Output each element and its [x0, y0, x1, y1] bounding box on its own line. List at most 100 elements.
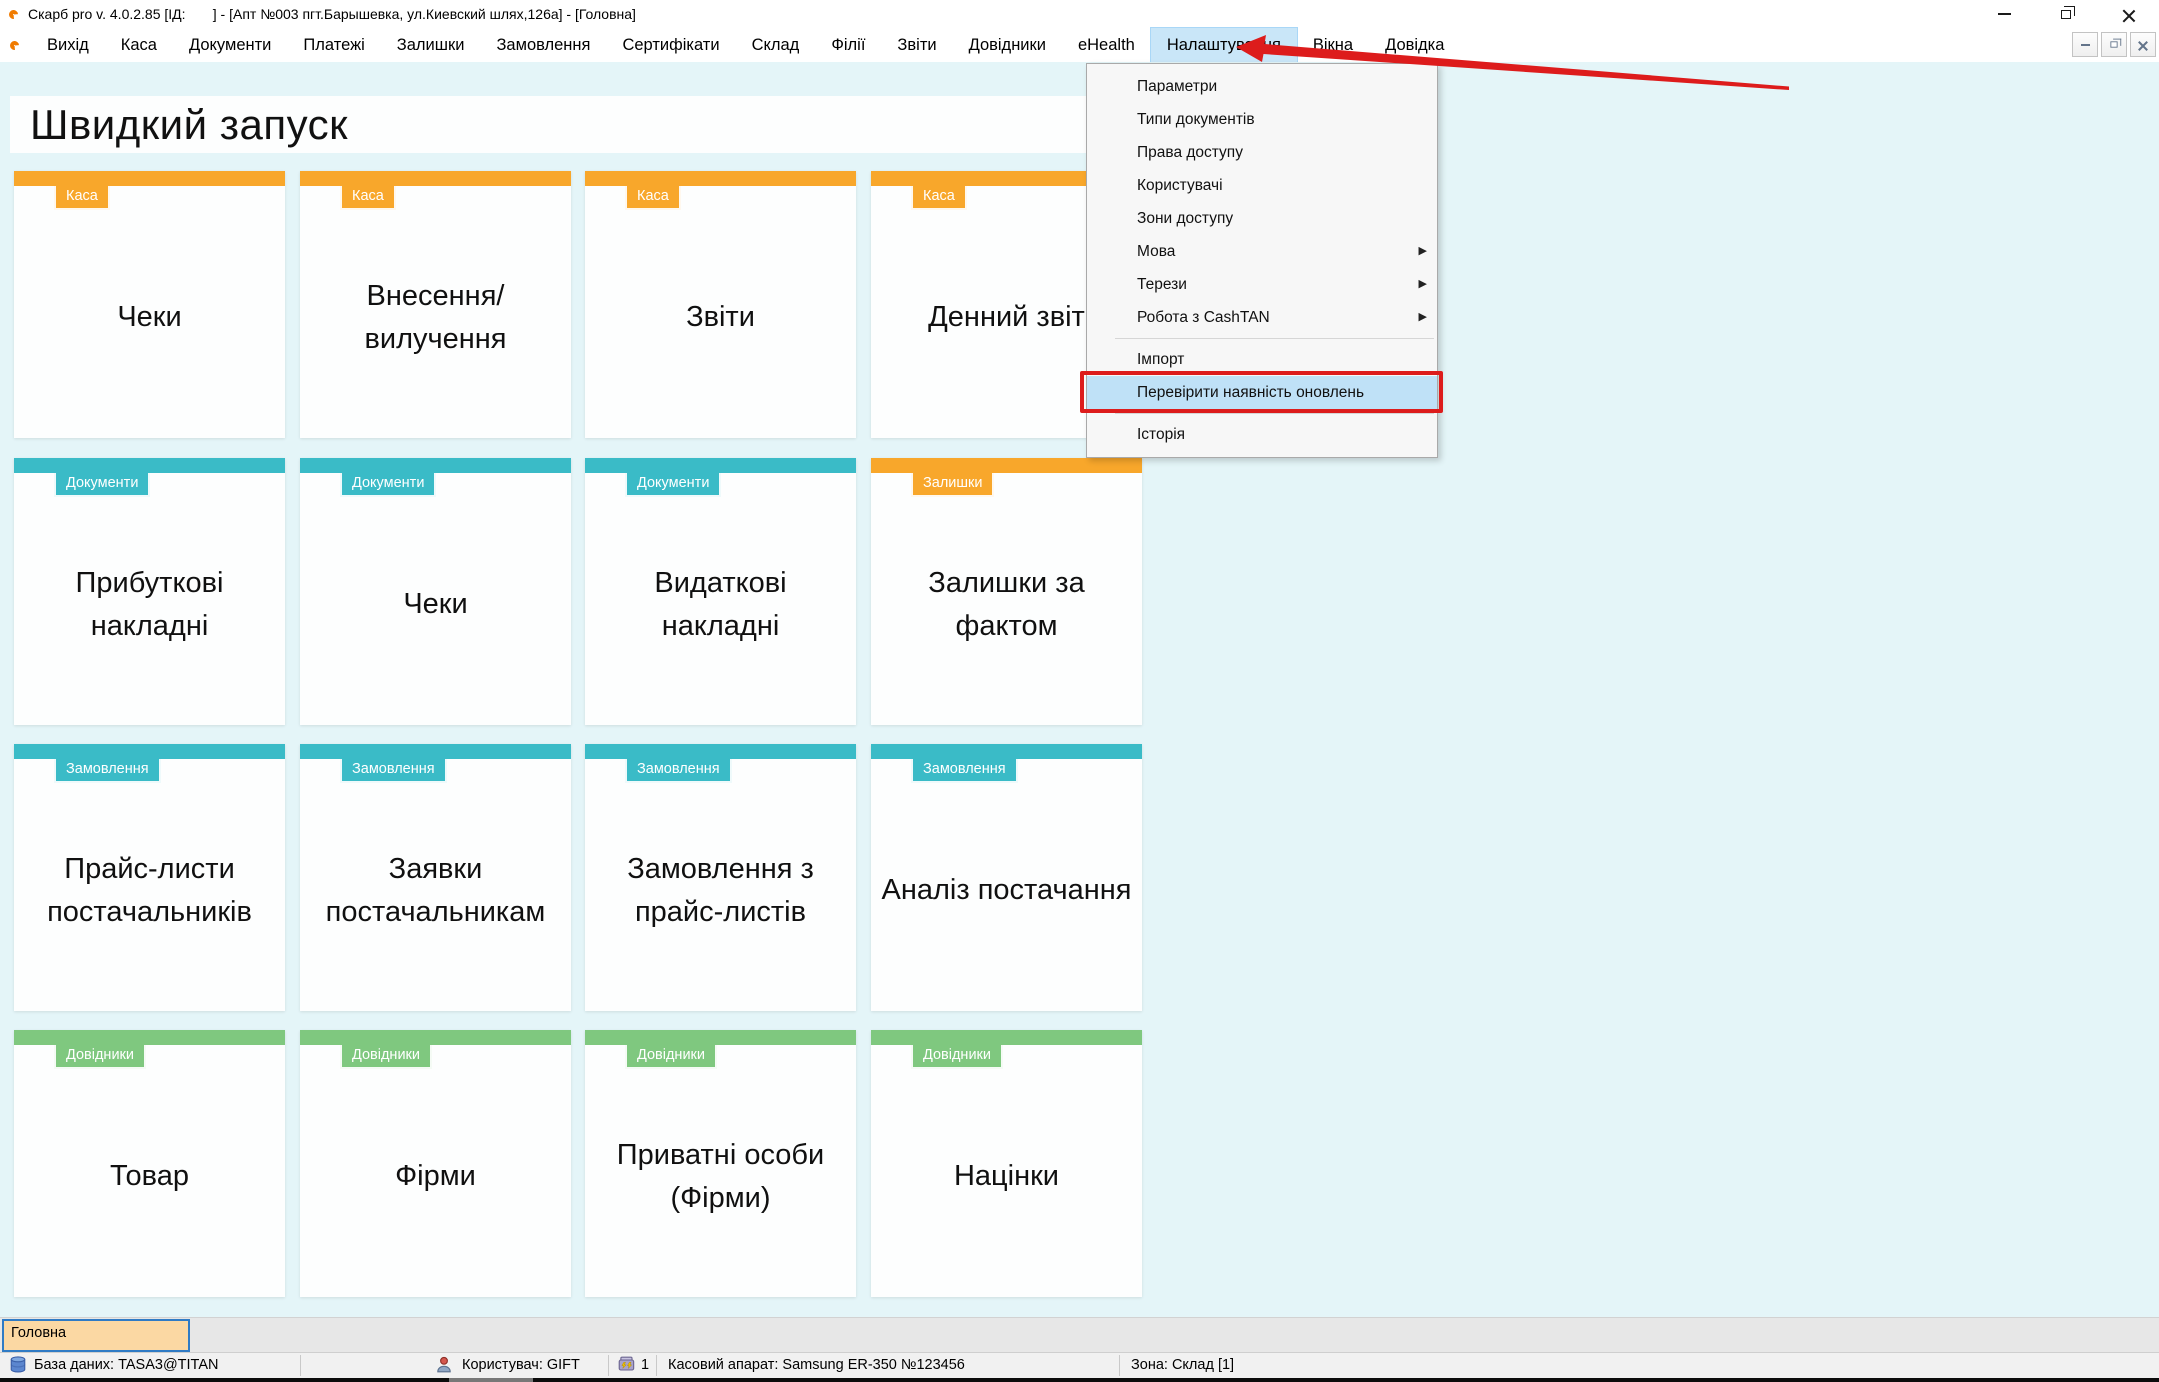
tile-label-text: Фірми: [310, 1155, 561, 1197]
tab-main[interactable]: Головна: [2, 1319, 190, 1352]
status-separator: [1119, 1355, 1120, 1376]
page-title: Швидкий запуск: [30, 101, 348, 149]
quick-launch-tile[interactable]: Залишки Залишки за фактом: [871, 458, 1142, 725]
tile-label-text: Націнки: [881, 1155, 1132, 1197]
tile-category-strip: [14, 171, 285, 186]
quick-launch-tile[interactable]: Замовлення Замовлення з прайс-листів: [585, 744, 856, 1011]
dropdown-item[interactable]: Робота з CashTAN ▶: [1087, 301, 1437, 334]
status-register-count: 1: [641, 1357, 649, 1373]
menubar-item-2[interactable]: Каса: [105, 28, 173, 62]
dropdown-item[interactable]: Терези▶: [1087, 268, 1437, 301]
tile-category-tag: Замовлення: [625, 759, 732, 783]
quick-launch-tile[interactable]: ДовідникиНацінки: [871, 1030, 1142, 1297]
tile-category-strip: [871, 458, 1142, 473]
close-icon: [2138, 40, 2148, 50]
tile-label: Націнки: [871, 1070, 1142, 1283]
restore-icon: [2110, 41, 2117, 47]
dropdown-item[interactable]: Користувачі: [1087, 169, 1437, 202]
quick-launch-tile[interactable]: КасаЗвіти: [585, 171, 856, 438]
menubar-item-15[interactable]: Довідка: [1369, 28, 1460, 62]
app-window: Скарб pro v. 4.0.2.85 [ІД: ] - [Апт №003…: [0, 0, 2159, 1382]
quick-launch-tile[interactable]: ДокументиВидаткові накладні: [585, 458, 856, 725]
tile-label: Приватні особи (Фірми): [585, 1070, 856, 1283]
quick-launch-tile[interactable]: Замовлення Аналіз постачання: [871, 744, 1142, 1011]
window-controls: [1973, 0, 2159, 28]
menubar-item-1[interactable]: Вихід: [31, 28, 105, 62]
tile-label: Внесення/вилучення: [300, 211, 571, 424]
tile-label: Заявки постачальникам: [300, 784, 571, 997]
menu-bar: ВихідКасаДокументиПлатежіЗалишкиЗамовлен…: [0, 28, 2159, 62]
menubar-item-4[interactable]: Платежі: [287, 28, 380, 62]
main-content: Швидкий запуск КасаЧекиКасаВнесення/вилу…: [0, 62, 2159, 1317]
taskbar-fragment: [449, 1378, 533, 1382]
menubar-item-5[interactable]: Залишки: [381, 28, 481, 62]
mdi-minimize-button[interactable]: [2072, 32, 2098, 57]
menubar-item-10[interactable]: Звіти: [881, 28, 952, 62]
mdi-restore-button[interactable]: [2101, 32, 2127, 57]
quick-launch-tile[interactable]: КасаЧеки: [14, 171, 285, 438]
menubar-item-8[interactable]: Склад: [736, 28, 816, 62]
menubar-item-7[interactable]: Сертифікати: [606, 28, 735, 62]
mdi-window-controls: [2072, 32, 2156, 57]
tile-category-strip: [871, 744, 1142, 759]
tile-label: Фірми: [300, 1070, 571, 1283]
close-icon: [2122, 8, 2135, 21]
quick-launch-tile[interactable]: ЗамовленняПрайс-листи постачальників: [14, 744, 285, 1011]
dropdown-item-label: Типи документів: [1137, 111, 1255, 128]
menubar-item-13[interactable]: Налаштування: [1151, 28, 1297, 62]
menubar-item-6[interactable]: Замовлення: [480, 28, 606, 62]
submenu-arrow-icon: ▶: [1419, 301, 1427, 334]
quick-launch-tile[interactable]: ДокументиЧеки: [300, 458, 571, 725]
menubar-item-9[interactable]: Філії: [815, 28, 881, 62]
dropdown-item-label: Зони доступу: [1137, 210, 1233, 227]
dropdown-item[interactable]: Зони доступу: [1087, 202, 1437, 235]
tile-label: Прайс-листи постачальників: [14, 784, 285, 997]
dropdown-item[interactable]: Мова▶: [1087, 235, 1437, 268]
dropdown-item-label: Робота з CashTAN: [1137, 309, 1270, 326]
tile-label-text: Залишки за фактом: [881, 562, 1132, 646]
quick-launch-tile[interactable]: ЗамовленняЗаявки постачальникам: [300, 744, 571, 1011]
menubar-item-14[interactable]: Вікна: [1297, 28, 1369, 62]
mdi-close-button[interactable]: [2130, 32, 2156, 57]
tile-category-tag: Залишки: [911, 473, 994, 497]
quick-launch-tile[interactable]: Довідники Товар: [14, 1030, 285, 1297]
tile-label-text: Заявки постачальникам: [310, 848, 561, 932]
tile-category-strip: [14, 744, 285, 759]
tile-category-tag: Довідники: [54, 1045, 146, 1069]
tile-category-strip: [14, 458, 285, 473]
tile-label: Товар: [14, 1070, 285, 1283]
tile-category-tag: Каса: [911, 186, 967, 210]
tile-label-text: Аналіз постачання: [881, 869, 1132, 911]
menubar-item-3[interactable]: Документи: [173, 28, 287, 62]
cash-register-icon: [617, 1356, 637, 1378]
tile-label-text: Прибуткові накладні: [24, 562, 275, 646]
tile-label: Видаткові накладні: [585, 498, 856, 711]
menu-separator: [1087, 334, 1437, 343]
dropdown-item[interactable]: Історія: [1087, 418, 1437, 451]
tile-label-text: Чеки: [310, 583, 561, 625]
user-icon: [435, 1356, 453, 1378]
quick-launch-tile[interactable]: ДовідникиФірми: [300, 1030, 571, 1297]
tile-label: Чеки: [14, 211, 285, 424]
tile-category-tag: Замовлення: [911, 759, 1018, 783]
quick-launch-tile[interactable]: ДокументиПрибуткові накладні: [14, 458, 285, 725]
close-button[interactable]: [2097, 0, 2159, 28]
tile-category-strip: [300, 458, 571, 473]
restore-button[interactable]: [2035, 0, 2097, 28]
tile-label-text: Товар: [24, 1155, 275, 1197]
status-zone: Зона: Склад [1]: [1131, 1357, 1234, 1373]
menubar-item-11[interactable]: Довідники: [953, 28, 1062, 62]
tile-category-tag: Каса: [54, 186, 110, 210]
tile-label-text: Звіти: [595, 296, 846, 338]
minimize-button[interactable]: [1973, 0, 2035, 28]
dropdown-item-label: Права доступу: [1137, 144, 1243, 161]
dropdown-item[interactable]: Права доступу: [1087, 136, 1437, 169]
quick-launch-tile[interactable]: ДовідникиПриватні особи (Фірми): [585, 1030, 856, 1297]
dropdown-item[interactable]: Типи документів: [1087, 103, 1437, 136]
menubar-item-12[interactable]: eHealth: [1062, 28, 1151, 62]
quick-launch-tile[interactable]: КасаВнесення/вилучення: [300, 171, 571, 438]
tile-label-text: Прайс-листи постачальників: [24, 848, 275, 932]
dropdown-item[interactable]: Параметри: [1087, 70, 1437, 103]
tile-label-text: Внесення/вилучення: [310, 275, 561, 359]
tile-label-text: Замовлення з прайс-листів: [595, 848, 846, 932]
